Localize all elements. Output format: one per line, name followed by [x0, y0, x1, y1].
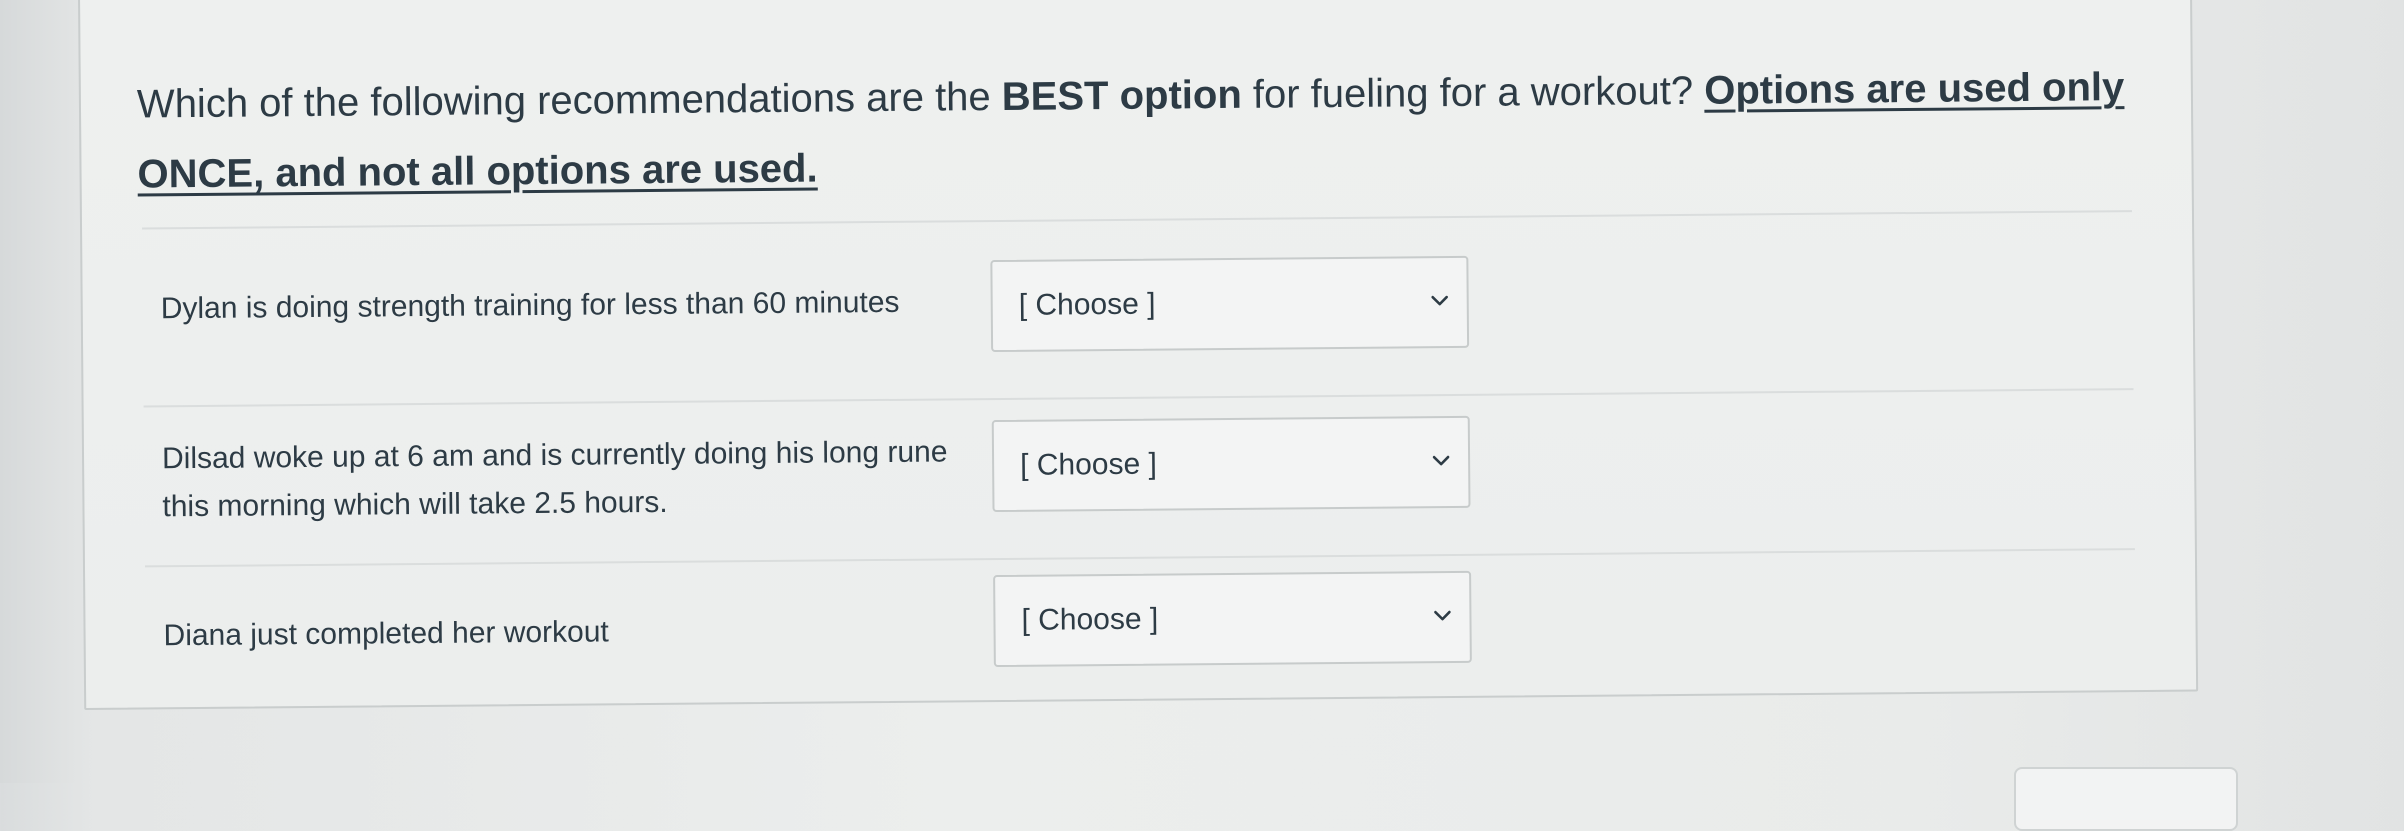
chevron-down-icon — [1431, 295, 1448, 306]
question-card: Which of the following recommendations a… — [78, 0, 2199, 710]
row-prompt: Dylan is doing strength training for les… — [160, 285, 900, 326]
chevron-down-icon — [1434, 610, 1451, 621]
matching-row-3: Diana just completed her workout [ Choos… — [163, 565, 2124, 702]
divider — [142, 210, 2132, 230]
next-button-partial[interactable] — [2014, 767, 2238, 831]
matching-row-1: Dylan is doing strength training for les… — [160, 250, 2121, 387]
chevron-down-icon — [1432, 455, 1450, 466]
select-value: [ Choose ] — [1021, 602, 1159, 637]
divider — [143, 388, 2134, 408]
answer-select[interactable]: [ Choose ] — [990, 255, 1470, 353]
answer-select[interactable]: [ Choose ] — [993, 570, 1472, 668]
question-text-middle: for fueling for a workout? — [1241, 68, 1705, 117]
answer-select[interactable]: [ Choose ] — [991, 415, 1471, 513]
question-text: Which of the following recommendations a… — [137, 52, 2138, 209]
question-text-bold: BEST option — [1001, 72, 1242, 119]
matching-row-2: Dilsad woke up at 6 am and is currently … — [162, 410, 2123, 547]
row-prompt: Diana just completed her workout — [163, 615, 609, 653]
row-prompt: Dilsad woke up at 6 am and is currently … — [161, 435, 948, 524]
page-edge-background — [0, 0, 78, 783]
question-text-start: Which of the following recommendations a… — [136, 74, 1002, 127]
select-value: [ Choose ] — [1018, 287, 1156, 322]
divider — [144, 548, 2135, 568]
select-value: [ Choose ] — [1019, 447, 1158, 482]
